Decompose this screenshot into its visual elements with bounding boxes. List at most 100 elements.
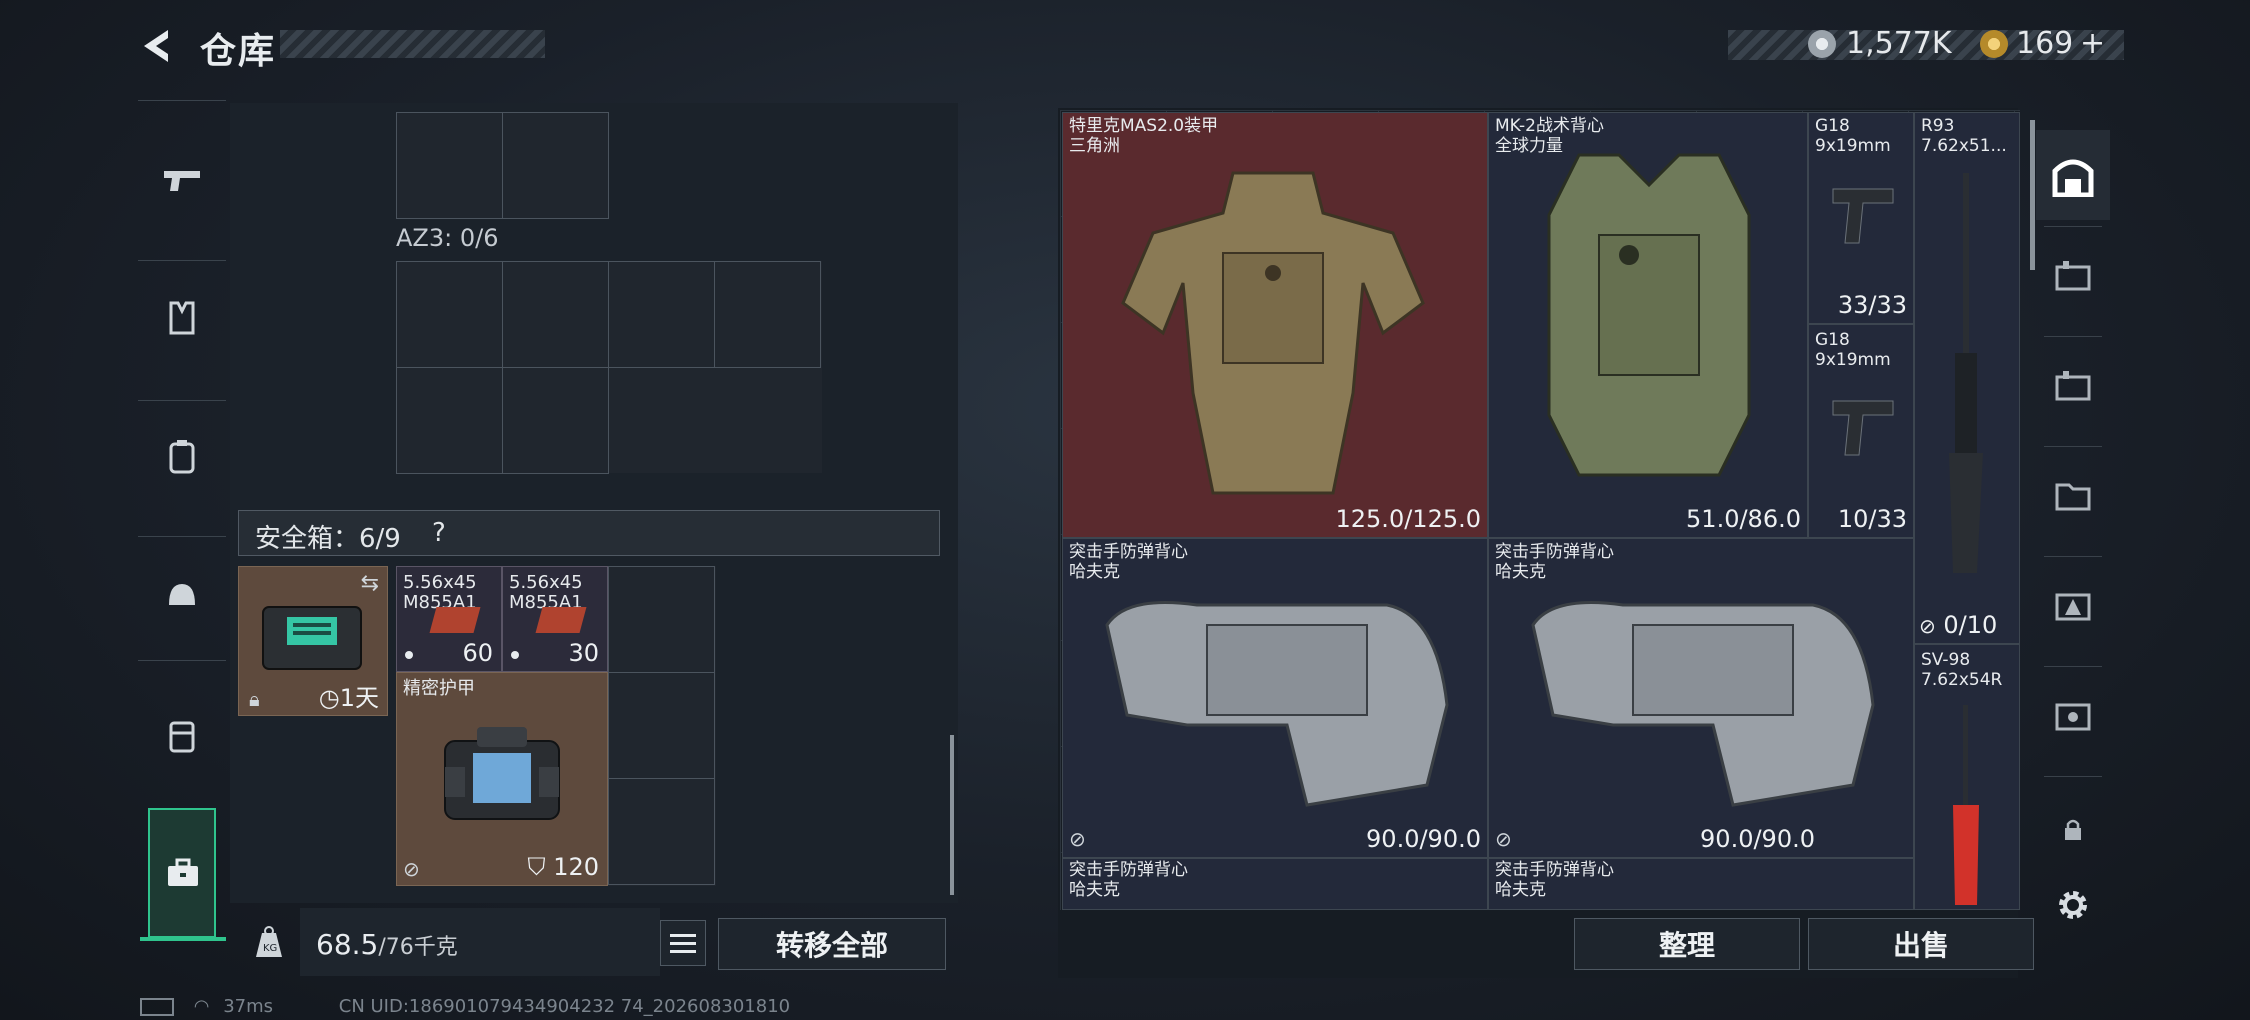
svg-text:KG: KG [263,943,277,954]
weight-max: /76千克 [378,935,458,960]
grid-slot[interactable] [396,261,503,368]
grid-slot[interactable] [714,261,821,368]
stash-tab-5[interactable] [2036,680,2110,750]
rifle-image [1953,705,1979,905]
not-insured-icon: ⊘ [403,857,420,881]
item-count: 30 [568,639,599,667]
grid-slot[interactable] [502,367,609,474]
pistol-image [1832,188,1894,244]
stash-item-assault-vest[interactable]: 突击手防弹背心 哈夫克 [1062,858,1488,910]
safe-item-armor-kit[interactable]: 精密护甲 ⊘ ⛉ 120 [396,672,608,886]
help-icon[interactable]: ? [432,518,446,548]
safe-item-ammo[interactable]: 5.56x45 M855A1 30 [502,566,608,672]
nav-rig[interactable] [138,696,226,776]
safe-item-device-case[interactable]: ⇆ 🔒︎ ◷1天 [238,566,388,716]
container-label: AZ3: 0/6 [396,224,499,252]
grid-slot[interactable] [396,367,503,474]
nav-vest[interactable] [138,278,226,358]
safebox-label: 安全箱：6/9 [255,524,401,554]
nav-safebox[interactable] [148,808,216,938]
stash-item-mas-armor[interactable]: 特里克MAS2.0装甲 三角洲 125.0/125.0 [1062,112,1488,538]
gold-currency: 169 [2016,26,2074,61]
item-sub: 7.62x51... [1921,136,2007,156]
helmet-icon [169,584,195,605]
item-durability: 125.0/125.0 [1335,505,1482,533]
stash-item-g18[interactable]: G18 9x19mm 33/33 [1808,112,1914,324]
item-name: 突击手防弹背心 [1495,542,1614,562]
vest-image [1547,153,1751,477]
stash-tab-2[interactable] [2036,350,2110,420]
safe-item-ammo[interactable]: 5.56x45 M855A1 60 [396,566,502,672]
backpack-icon [169,440,195,474]
stash-item-assault-vest[interactable]: 突击手防弹背心 哈夫克 [1488,858,1914,910]
item-sub: 哈夫克 [1069,562,1120,582]
ping-label: 37ms [223,996,274,1017]
stash-tab-all[interactable] [2036,130,2110,220]
item-name: G18 [1815,116,1850,136]
list-view-button[interactable] [660,920,706,966]
sell-button[interactable]: 出售 [1808,918,2034,970]
weapon-box-icon [2055,261,2091,291]
grid-slot[interactable] [608,566,715,673]
gear-icon [2059,891,2087,919]
item-sub: 哈夫克 [1495,880,1546,900]
transfer-all-button[interactable]: 转移全部 [718,918,946,970]
grid-slot[interactable] [502,261,609,368]
stash-item-assault-vest[interactable]: 突击手防弹背心 哈夫克 ⊘ 90.0/90.0 [1062,538,1488,858]
house-grid-icon [2052,159,2094,197]
item-name: 突击手防弹背心 [1495,860,1614,880]
swap-icon: ⇆ [360,571,379,596]
nav-backpack[interactable] [138,416,226,496]
weight-value: 68.5 [316,928,379,961]
grid-slot[interactable] [608,672,715,779]
back-button[interactable] [138,26,178,66]
item-sub: 9x19mm [1815,350,1891,370]
page-title: 仓库 [200,31,277,72]
armor-kit-bag-icon [444,727,560,820]
timer-label: ◷1天 [318,684,379,712]
armor-durability: ⛉ 120 [527,853,599,881]
sort-button[interactable]: 整理 [1574,918,1800,970]
item-name: G18 [1815,330,1850,350]
item-name: 突击手防弹背心 [1069,542,1188,562]
stash-item-g18[interactable]: G18 9x19mm 10/33 [1808,324,1914,538]
vest-image [1531,601,1875,807]
title-stripe [280,30,545,58]
settings-button[interactable] [2036,870,2110,940]
not-insured-icon: ⊘ [1495,827,1512,851]
uid-label: CN UID:186901079434904232 74_20260830181… [338,996,791,1017]
stash-item-assault-vest[interactable]: 突击手防弹背心 哈夫克 ⊘ 90.0/90.0 [1488,538,1914,858]
ammo-box-icon [535,607,587,633]
vest-image [1105,601,1449,807]
stash-tab-3[interactable] [2036,460,2110,530]
nav-active-indicator [140,937,226,941]
valuables-box-icon [2055,703,2091,731]
silver-coin-icon [1808,30,1836,58]
item-name: 精密护甲 [403,678,475,699]
inventory-scrollbar[interactable] [950,735,954,895]
shield-icon: ⛉ [527,853,554,881]
item-durability: 90.0/90.0 [1700,825,1815,853]
stash-item-r93[interactable]: R93 7.62x51... ⊘ 0/10 [1914,112,2020,644]
nav-weapons[interactable] [138,140,226,220]
grid-slot[interactable] [608,261,715,368]
folder-icon [2055,483,2091,511]
stash-tab-locked[interactable] [2036,810,2110,850]
briefcase-icon [168,858,198,886]
stash-scrollbar[interactable] [2030,120,2035,270]
weight-kg-icon: KG [238,908,300,976]
stash-item-sv98[interactable]: SV-98 7.62x54R [1914,644,2020,910]
grid-slot[interactable] [608,778,715,885]
stash-item-mk2-vest[interactable]: MK-2战术背心 全球力量 51.0/86.0 [1488,112,1808,538]
dot-icon [405,651,413,659]
not-insured-icon: ⊘ [1069,827,1086,851]
pistol-image [1832,400,1894,456]
add-gold-button[interactable]: + [2080,26,2105,61]
stash-tab-4[interactable] [2036,570,2110,640]
status-bar: ◠ 37ms CN UID:186901079434904232 74_2026… [140,996,790,1017]
item-sub: 7.62x54R [1921,670,2003,690]
nav-helmet[interactable] [138,556,226,636]
stash-tab-1[interactable] [2036,240,2110,310]
lock-icon: 🔒︎ [249,687,260,711]
clock-icon: ◷ [318,684,340,712]
